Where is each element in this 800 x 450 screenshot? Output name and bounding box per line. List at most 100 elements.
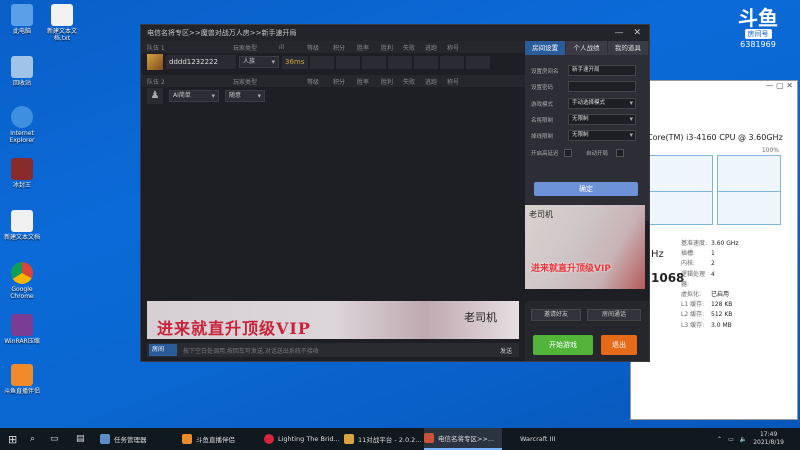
taskbar-item-browser[interactable]: Lighting The Brid... [264,428,342,450]
ai-race-select[interactable]: 随意 [225,90,265,102]
taskmgr-icon [100,434,110,444]
room-settings-panel: 房间设置 个人战绩 我的道具 设置房间名 新手速开局 设置密码 游戏模式 手动选… [525,41,649,221]
taskbar-item-douyu[interactable]: 斗鱼直播伴侣 [182,428,260,450]
ai-avatar-icon: ♟ [147,88,163,104]
desktop-icon-winrar[interactable]: WinRAR压缩 [2,314,42,345]
team2-player-row[interactable]: ♟ AI简单 随意 [147,88,265,104]
ad-brand-bottom: 老司机 [464,311,497,324]
chat-input[interactable]: 按下空白处调用,按回车可发送,对话送出系统不接收 [177,346,493,355]
race-select[interactable]: 人族 [239,56,279,68]
desktop-icon-douyu[interactable]: 斗鱼直播伴侣 [2,364,42,395]
ad-brand: 老司机 [529,210,553,219]
close-icon[interactable]: ✕ [633,28,641,38]
ad-slogan: 进来就直升顶级VIP [531,264,611,274]
clock-date: 2021/8/19 [753,439,784,446]
cpu-graph-1 [649,155,713,193]
start-icon[interactable]: ⊞ [8,428,17,450]
douyu-icon [11,364,33,386]
cpu-name: Core(TM) i3-4160 CPU @ 3.60GHz [647,133,783,142]
player-avatar [147,54,163,70]
team1-label: 队伍 1 [147,44,165,52]
taskbar-item-11platform[interactable]: 11对战平台 - 2.0.2... [344,428,422,450]
douyu-logo: 斗鱼 [738,6,778,30]
room-label: 房间号 [744,29,772,39]
task-view-icon[interactable]: ▭ [50,428,59,450]
pc-icon [11,4,33,26]
browser-icon [264,434,274,444]
setting-game-mode: 游戏模式 手动选择模式 [531,98,636,109]
cpu-percent: 100% [761,147,779,154]
settings-tabs: 房间设置 个人战绩 我的道具 [525,41,649,55]
window-title: 电信名将专区>>魔兽对战万人房>>新手速开局 [147,29,297,37]
action-panel: 邀请好友 房间通话 开始游戏 退出 [525,301,649,361]
disconnect-limit-select[interactable]: 无限制 [568,130,636,141]
team1-player-row[interactable]: dddd1232222 人族 36ms [147,54,490,70]
textfile-icon [51,4,73,26]
chat-bar: 房间 按下空白处调用,按回车可发送,对话送出系统不接收 发送 [147,343,519,357]
desktop-icon-recycle-bin[interactable]: 回收站 [2,56,42,87]
volume-icon[interactable]: 🔈 [740,436,747,443]
invite-friends-button[interactable]: 邀请好友 [531,309,581,321]
window-controls[interactable]: — ▢ ✕ [631,81,797,95]
tray-arrow-icon[interactable]: ⌃ [717,436,722,443]
send-button[interactable]: 发送 [493,346,519,355]
search-icon[interactable]: ⌕ [30,428,35,450]
speed-unit: Hz [651,249,664,260]
warcraft-icon [11,158,33,180]
douyu-watermark: 斗鱼 房间号 6381969 [728,8,788,49]
cpu-graph-4 [717,191,781,225]
tab-my-items[interactable]: 我的道具 [607,41,648,55]
taskbar-item-taskmgr[interactable]: 任务管理器 [100,428,178,450]
high-latency-checkbox[interactable] [564,149,572,157]
team1-header: 队伍 1 玩家类型 ıll 等级 积分 胜率 胜利 失败 逃跑 称号 [141,41,525,53]
desktop-icon-warcraft[interactable]: 冰封王 [2,158,42,189]
clock-time: 17:49 [759,431,778,438]
desktop-icon-textdoc[interactable]: 新建文本文档 [2,210,42,241]
cpu-specs: 基准速度: 3.60 GHz 插槽: 1 内核: 2 逻辑处理器: 4 虚拟化: 已启用 … [681,240,739,329]
player-name: dddd1232222 [166,55,236,69]
desktop-icon-ie[interactable]: Internet Explorer [2,106,42,144]
douyu-taskbar-icon [182,434,192,444]
setting-checkboxes: 开启高延迟 自动开局 [531,149,638,157]
confirm-button[interactable]: 确定 [534,182,638,196]
tab-room-settings[interactable]: 房间设置 [525,41,566,55]
desktop-icon-this-pc[interactable]: 此电脑 [2,4,42,35]
team2-header: 队伍 2 玩家类型 等级 积分 胜率 胜利 失败 逃跑 称号 [141,75,525,87]
setting-password: 设置密码 [531,81,636,92]
setting-general-limit: 名将限制 无限制 [531,114,636,125]
process-count: 1068 [651,271,685,285]
recycle-bin-icon [11,56,33,78]
lobby-icon [424,433,434,443]
cpu-graph-2 [717,155,781,193]
ad-slogan-bottom: 进来就直升顶级VIP [157,319,311,338]
textdoc-icon [11,210,33,232]
taskbar-item-warcraft[interactable]: Warcraft III [506,428,584,450]
cpu-graph-3 [649,191,713,225]
room-number: 6381969 [740,40,776,49]
player-ping: 36ms [282,55,308,69]
room-voice-button[interactable]: 房间通话 [587,309,641,321]
minimize-icon[interactable]: — [614,28,623,38]
ad-banner-right[interactable]: 老司机 进来就直升顶级VIP [525,205,645,289]
password-input[interactable] [568,81,636,92]
ie-icon [11,106,33,128]
ad-banner-bottom[interactable]: 进来就直升顶级VIP 老司机 [147,301,519,339]
quit-button[interactable]: 退出 [601,335,637,355]
tab-personal-record[interactable]: 个人战绩 [566,41,607,55]
auto-start-checkbox[interactable] [616,149,624,157]
ai-difficulty-select[interactable]: AI简单 [169,90,219,102]
taskbar-item-lobby[interactable]: 电信名将专区>>... [424,428,502,450]
general-limit-select[interactable]: 无限制 [568,114,636,125]
game-mode-select[interactable]: 手动选择模式 [568,98,636,109]
clock[interactable]: 17:49 2021/8/19 [753,431,784,447]
chrome-icon [11,262,33,284]
network-icon[interactable]: ▭ [728,436,734,443]
chat-channel-select[interactable]: 房间 [149,344,177,356]
taskbar: ⊞ ⌕ ▭ ▤ 任务管理器 斗鱼直播伴侣 Lighting The Brid..… [0,428,800,450]
setting-room-name: 设置房间名 新手速开局 [531,65,636,76]
start-game-button[interactable]: 开始游戏 [533,335,593,355]
desktop-icon-chrome[interactable]: Google Chrome [2,262,42,300]
room-name-input[interactable]: 新手速开局 [568,65,636,76]
desktop-icon-textfile[interactable]: 新建文本文档.txt [42,4,82,42]
file-explorer-icon[interactable]: ▤ [76,428,85,450]
